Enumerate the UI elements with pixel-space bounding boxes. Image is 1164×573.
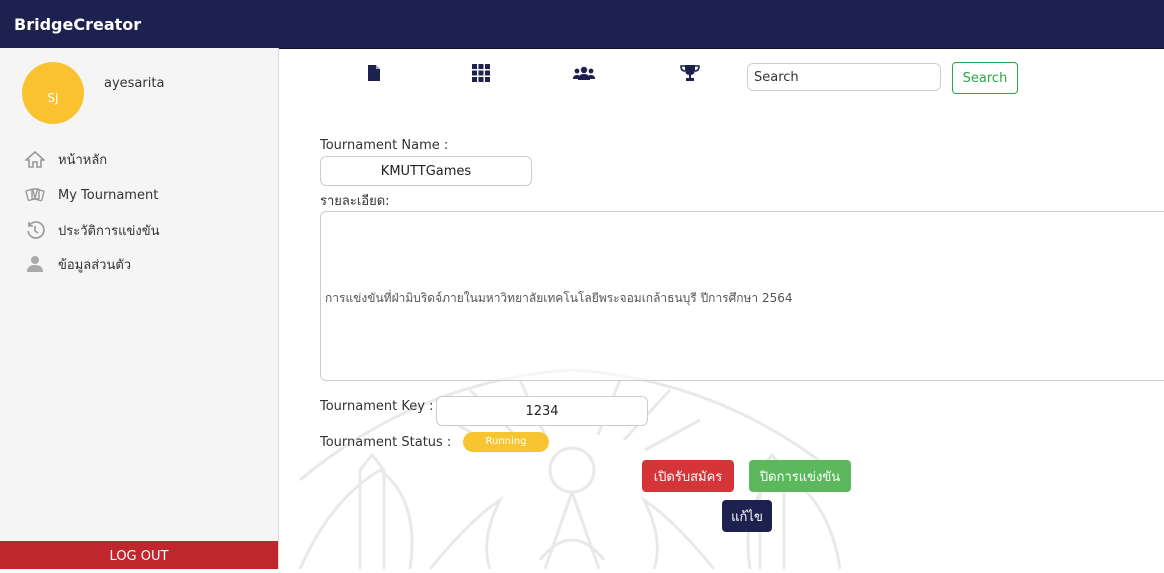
document-icon[interactable] bbox=[363, 62, 385, 84]
sidebar-item-home[interactable]: หน้าหลัก bbox=[24, 147, 107, 171]
tournament-key-label: Tournament Key : bbox=[320, 399, 434, 414]
sidebar: SJ ayesarita หน้าหลัก My Tournament ประว… bbox=[0, 48, 279, 569]
home-icon bbox=[24, 149, 46, 169]
username: ayesarita bbox=[104, 76, 165, 91]
users-icon[interactable] bbox=[573, 62, 595, 84]
close-competition-button[interactable]: ปิดการแข่งขัน bbox=[749, 460, 851, 492]
search-input[interactable] bbox=[747, 63, 941, 91]
trophy-icon[interactable] bbox=[679, 62, 701, 84]
history-icon bbox=[24, 220, 46, 240]
user-icon bbox=[24, 254, 46, 274]
sidebar-item-profile[interactable]: ข้อมูลส่วนตัว bbox=[24, 252, 131, 276]
sidebar-item-label: ข้อมูลส่วนตัว bbox=[58, 257, 132, 273]
sidebar-item-label: ประวัติการแข่งขัน bbox=[58, 223, 160, 239]
top-bar: BridgeCreator bbox=[0, 0, 1164, 49]
sidebar-item-my-tournament[interactable]: My Tournament bbox=[24, 183, 158, 207]
avatar[interactable]: SJ bbox=[22, 62, 84, 124]
tournament-name-field[interactable]: KMUTTGames bbox=[320, 156, 532, 186]
tournament-name-label: Tournament Name : bbox=[320, 138, 449, 153]
open-registration-button[interactable]: เปิดรับสมัคร bbox=[642, 460, 734, 492]
sidebar-item-label: หน้าหลัก bbox=[58, 152, 108, 168]
tournament-status-label: Tournament Status : bbox=[320, 435, 452, 450]
grid-icon[interactable] bbox=[470, 62, 492, 84]
sidebar-item-label: My Tournament bbox=[58, 187, 159, 203]
app-title: BridgeCreator bbox=[14, 15, 142, 34]
status-badge: Running bbox=[463, 432, 549, 452]
logout-button[interactable]: LOG OUT bbox=[0, 541, 278, 569]
cards-icon bbox=[24, 185, 46, 205]
edit-button[interactable]: แก้ไข bbox=[722, 500, 772, 532]
description-text: การแข่งขันที่ฝ่ามิบริดจ์ภายในมหาวิทยาลัย… bbox=[325, 291, 793, 305]
description-label: รายละเอียด: bbox=[320, 194, 390, 209]
search-button[interactable]: Search bbox=[952, 62, 1018, 94]
tournament-key-field[interactable]: 1234 bbox=[436, 396, 648, 426]
sidebar-item-history[interactable]: ประวัติการแข่งขัน bbox=[24, 218, 160, 242]
